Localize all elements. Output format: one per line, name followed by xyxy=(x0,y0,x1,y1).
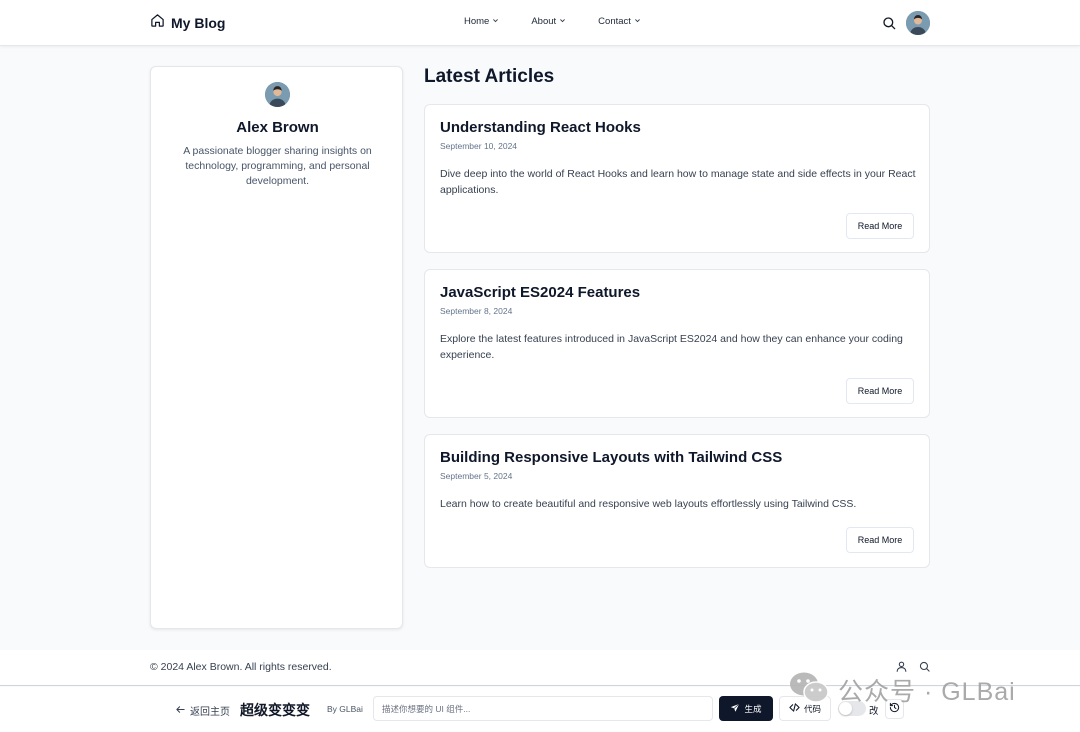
article-card: Understanding React Hooks September 10, … xyxy=(424,104,930,253)
article-date: September 10, 2024 xyxy=(440,141,518,151)
chevron-down-icon xyxy=(634,16,641,27)
read-more-button[interactable]: Read More xyxy=(846,213,914,239)
read-more-button[interactable]: Read More xyxy=(846,527,914,553)
top-navbar: My Blog Home About Contact xyxy=(0,0,1080,46)
profile-card: Alex Brown A passionate blogger sharing … xyxy=(150,66,403,629)
chevron-down-icon xyxy=(559,16,566,27)
tool-author: By GLBai xyxy=(327,704,363,714)
article-title[interactable]: Building Responsive Layouts with Tailwin… xyxy=(440,449,782,466)
article-title[interactable]: JavaScript ES2024 Features xyxy=(440,284,640,301)
article-date: September 8, 2024 xyxy=(440,306,513,316)
read-more-button[interactable]: Read More xyxy=(846,378,914,404)
main-nav: Home About Contact xyxy=(464,16,641,27)
article-excerpt: Learn how to create beautiful and respon… xyxy=(440,498,857,510)
profile-bio: A passionate blogger sharing insights on… xyxy=(183,145,372,187)
chevron-down-icon xyxy=(492,16,499,27)
search-icon[interactable] xyxy=(881,15,897,31)
watermark: 公众号 · GLBai xyxy=(788,670,1016,709)
app-frame: My Blog Home About Contact Alex Brown A … xyxy=(0,0,1080,732)
section-title: Latest Articles xyxy=(424,66,555,87)
nav-contact[interactable]: Contact xyxy=(598,16,641,27)
wechat-icon xyxy=(788,670,830,709)
back-home-link[interactable]: 返回主页 xyxy=(175,703,230,718)
footer-copyright: © 2024 Alex Brown. All rights reserved. xyxy=(150,661,332,673)
article-date: September 5, 2024 xyxy=(440,471,513,481)
profile-avatar xyxy=(265,82,290,107)
tool-title: 超级变变变 xyxy=(240,702,310,718)
generate-label: 生成 xyxy=(744,703,762,714)
article-card: Building Responsive Layouts with Tailwin… xyxy=(424,434,930,568)
back-home-label: 返回主页 xyxy=(190,707,230,718)
nav-contact-label: Contact xyxy=(598,16,631,27)
brand-title: My Blog xyxy=(171,15,226,31)
arrow-left-icon xyxy=(175,704,186,718)
nav-home-label: Home xyxy=(464,16,490,27)
nav-about[interactable]: About xyxy=(531,16,566,27)
send-icon xyxy=(730,703,740,715)
article-card: JavaScript ES2024 Features September 8, … xyxy=(424,269,930,418)
watermark-text: 公众号 · GLBai xyxy=(838,677,1016,706)
user-avatar[interactable] xyxy=(906,11,930,35)
nav-home[interactable]: Home xyxy=(464,16,499,27)
brand-link[interactable]: My Blog xyxy=(150,13,225,33)
prompt-input[interactable] xyxy=(373,696,713,721)
article-excerpt: Dive deep into the world of React Hooks … xyxy=(440,168,916,196)
article-title[interactable]: Understanding React Hooks xyxy=(440,119,641,136)
home-icon xyxy=(150,13,165,33)
nav-about-label: About xyxy=(531,16,557,27)
profile-name: Alex Brown xyxy=(236,119,319,136)
generate-button[interactable]: 生成 xyxy=(719,696,773,721)
article-excerpt: Explore the latest features introduced i… xyxy=(440,333,903,361)
